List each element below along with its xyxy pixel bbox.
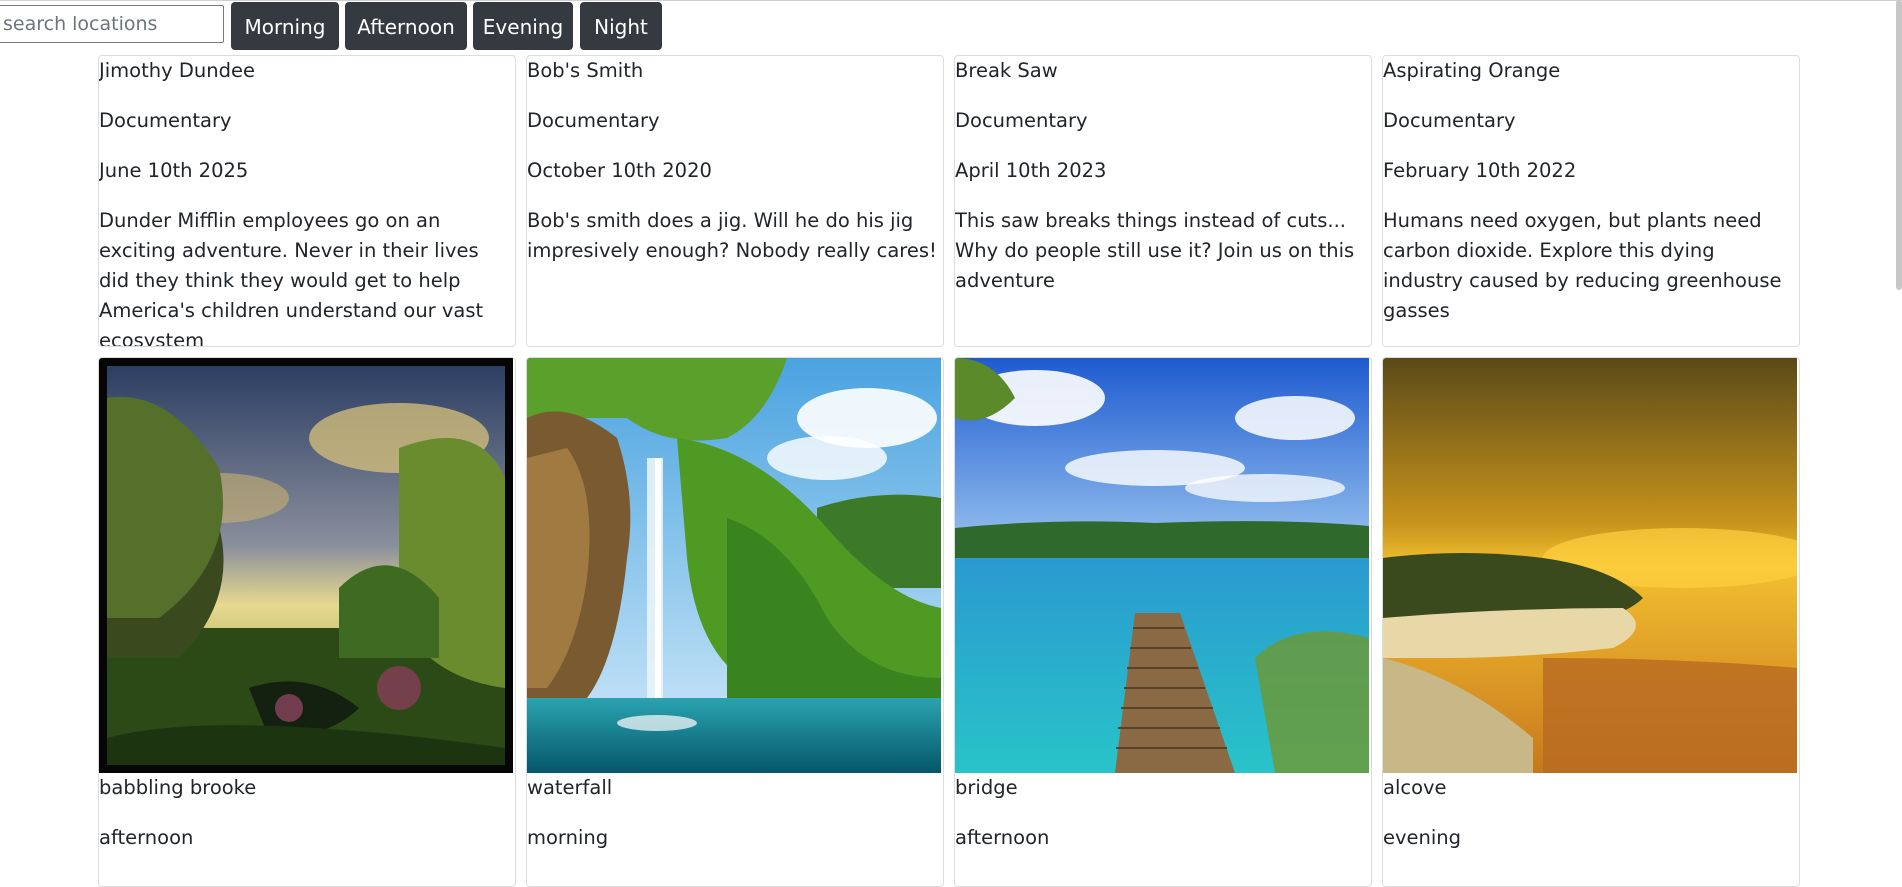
alcove-sunset-image xyxy=(1383,358,1797,773)
movie-description: Humans need oxygen, but plants need carb… xyxy=(1383,209,1782,322)
location-name: alcove xyxy=(1383,776,1447,799)
movie-description: This saw breaks things instead of cuts..… xyxy=(955,209,1355,292)
movie-date: February 10th 2022 xyxy=(1383,159,1577,182)
search-input[interactable] xyxy=(0,5,224,43)
location-name: waterfall xyxy=(527,776,613,799)
scrollbar[interactable] xyxy=(1896,0,1902,290)
lake-pier-image xyxy=(955,358,1369,773)
movie-date: October 10th 2020 xyxy=(527,159,712,182)
location-image[interactable] xyxy=(1383,358,1797,773)
location-card: babbling brooke afternoon xyxy=(98,357,516,887)
movie-genre: Documentary xyxy=(1383,109,1516,132)
location-time: morning xyxy=(527,826,609,849)
movie-genre: Documentary xyxy=(955,109,1088,132)
morning-button[interactable]: Morning xyxy=(231,2,339,50)
location-time: evening xyxy=(1383,826,1462,849)
toolbar: Morning Afternoon Evening Night xyxy=(0,2,1902,52)
movie-date: April 10th 2023 xyxy=(955,159,1107,182)
location-name: babbling brooke xyxy=(99,776,257,799)
movie-title: Jimothy Dundee xyxy=(99,59,255,82)
afternoon-button[interactable]: Afternoon xyxy=(345,2,467,50)
waterfall-image xyxy=(527,358,941,773)
brook-landscape-image xyxy=(99,358,513,773)
evening-button[interactable]: Evening xyxy=(473,2,573,50)
top-border xyxy=(0,0,1902,1)
movie-card: Break Saw Documentary April 10th 2023 Th… xyxy=(954,55,1372,347)
location-card: bridge afternoon xyxy=(954,357,1372,887)
location-image[interactable] xyxy=(955,358,1369,773)
location-image[interactable] xyxy=(99,358,513,773)
location-card: alcove evening xyxy=(1382,357,1800,887)
movie-genre: Documentary xyxy=(527,109,660,132)
movie-title: Aspirating Orange xyxy=(1383,59,1561,82)
movie-card: Bob's Smith Documentary October 10th 202… xyxy=(526,55,944,347)
movie-date: June 10th 2025 xyxy=(99,159,249,182)
movie-genre: Documentary xyxy=(99,109,232,132)
location-time: afternoon xyxy=(955,826,1050,849)
location-name: bridge xyxy=(955,776,1018,799)
movie-card: Aspirating Orange Documentary February 1… xyxy=(1382,55,1800,347)
location-image[interactable] xyxy=(527,358,941,773)
movie-description: Dunder Mifflin employees go on an exciti… xyxy=(99,209,484,347)
location-time: afternoon xyxy=(99,826,194,849)
movie-title: Break Saw xyxy=(955,59,1058,82)
night-button[interactable]: Night xyxy=(580,2,662,50)
movie-title: Bob's Smith xyxy=(527,59,644,82)
movie-description: Bob's smith does a jig. Will he do his j… xyxy=(527,209,937,262)
location-card: waterfall morning xyxy=(526,357,944,887)
movie-card: Jimothy Dundee Documentary June 10th 202… xyxy=(98,55,516,347)
